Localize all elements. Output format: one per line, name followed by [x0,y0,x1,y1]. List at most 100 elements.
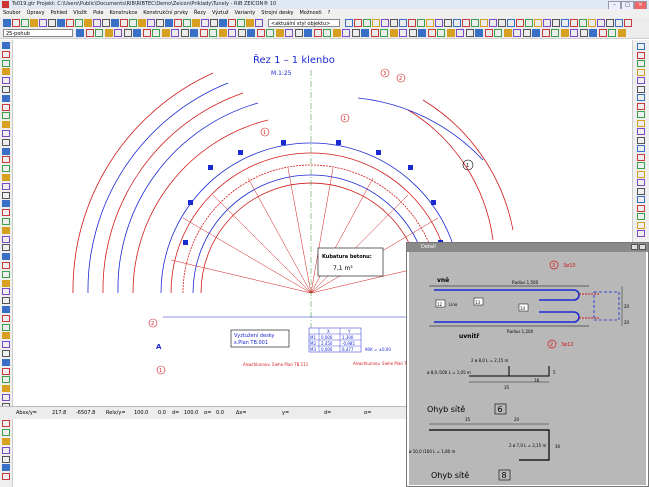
tool-icon[interactable] [637,162,645,169]
tool-icon[interactable] [494,29,502,37]
menu-insert[interactable]: Vložit [70,9,90,18]
menu-edit[interactable]: Úpravy [24,9,48,18]
tool-icon[interactable] [2,358,10,366]
tool-icon[interactable] [2,394,10,401]
tool-icon[interactable] [561,19,569,27]
tool-icon[interactable] [608,29,616,37]
menu-view[interactable]: Pohled [48,9,71,18]
tool-icon[interactable] [152,29,160,37]
tool-icon[interactable] [390,19,398,27]
tool-icon[interactable] [606,19,614,27]
tool-icon[interactable] [372,19,380,27]
tool-icon[interactable] [2,367,10,375]
tool-icon[interactable] [513,29,521,37]
tool-icon[interactable] [2,174,10,181]
detail-window[interactable]: Detail vně uvnitř Radius 1,500 Radius 1,… [406,242,649,487]
tool-icon[interactable] [637,221,645,229]
tool-icon[interactable] [2,59,10,67]
tool-icon[interactable] [427,29,436,37]
tool-icon[interactable] [437,29,445,37]
tool-icon[interactable] [637,179,645,186]
tool-icon[interactable] [624,19,632,27]
tool-icon[interactable] [285,29,293,37]
tool-icon[interactable] [637,43,645,50]
tool-icon[interactable] [2,165,10,173]
tool-icon[interactable] [637,60,645,67]
tool-icon[interactable] [408,19,416,27]
object-style-select[interactable]: <aktuální styl objektu> [268,19,340,27]
menu-help[interactable]: ? [325,9,334,18]
tool-icon[interactable] [380,29,388,37]
tool-icon[interactable] [39,19,47,27]
tool-icon[interactable] [435,19,443,27]
detail-restore-button[interactable] [631,244,638,250]
tool-icon[interactable] [102,19,110,27]
tool-icon[interactable] [2,446,10,454]
tool-icon[interactable] [147,19,155,27]
tool-icon[interactable] [275,29,284,37]
tool-icon[interactable] [95,29,103,37]
tool-icon[interactable] [30,19,38,27]
tool-icon[interactable] [2,279,10,287]
tool-icon[interactable] [201,19,209,27]
tool-icon[interactable] [484,29,493,37]
tool-icon[interactable] [417,19,425,27]
tool-icon[interactable] [85,29,94,37]
tool-icon[interactable] [183,19,191,27]
tool-icon[interactable] [637,102,645,110]
tool-icon[interactable] [453,19,461,27]
tool-icon[interactable] [480,19,488,27]
tool-icon[interactable] [247,29,255,37]
tool-icon[interactable] [2,253,10,261]
tool-icon[interactable] [637,196,645,203]
tool-icon[interactable] [174,19,182,27]
tool-icon[interactable] [48,19,56,27]
tool-icon[interactable] [444,19,452,27]
tool-icon[interactable] [637,145,645,152]
tool-icon[interactable] [2,156,10,164]
tool-icon[interactable] [2,455,10,463]
tool-icon[interactable] [2,270,10,278]
tool-icon[interactable] [462,19,470,27]
tool-icon[interactable] [255,19,263,27]
tool-icon[interactable] [161,29,170,37]
tool-icon[interactable] [551,29,559,37]
tool-icon[interactable] [637,119,645,127]
tool-icon[interactable] [114,29,122,37]
tool-icon[interactable] [589,29,597,37]
tool-icon[interactable] [111,19,119,27]
tool-icon[interactable] [2,314,10,322]
tool-icon[interactable] [370,29,379,37]
tool-icon[interactable] [389,29,398,37]
tool-icon[interactable] [637,68,645,76]
tool-icon[interactable] [237,29,246,37]
tool-icon[interactable] [381,19,389,27]
tool-icon[interactable] [313,29,322,37]
tool-icon[interactable] [104,29,113,37]
tool-icon[interactable] [532,29,540,37]
tool-icon[interactable] [637,230,645,237]
tool-icon[interactable] [2,42,10,49]
tool-icon[interactable] [2,218,10,225]
tool-icon[interactable] [2,341,10,349]
tool-icon[interactable] [180,29,189,37]
tool-icon[interactable] [2,94,10,102]
tool-icon[interactable] [552,19,560,27]
tool-icon[interactable] [123,29,132,37]
tool-icon[interactable] [363,19,371,27]
tool-icon[interactable] [503,29,512,37]
tool-icon[interactable] [543,19,551,27]
tool-icon[interactable] [2,473,10,481]
tool-icon[interactable] [2,191,10,199]
tool-icon[interactable] [446,29,455,37]
tool-icon[interactable] [570,19,578,27]
tool-icon[interactable] [534,19,542,27]
tool-icon[interactable] [210,19,218,27]
tool-icon[interactable] [129,19,137,27]
tool-icon[interactable] [637,51,645,59]
tool-icon[interactable] [516,19,524,27]
tool-icon[interactable] [2,376,10,384]
tool-icon[interactable] [304,29,312,37]
tool-icon[interactable] [2,429,10,437]
tool-icon[interactable] [294,29,303,37]
